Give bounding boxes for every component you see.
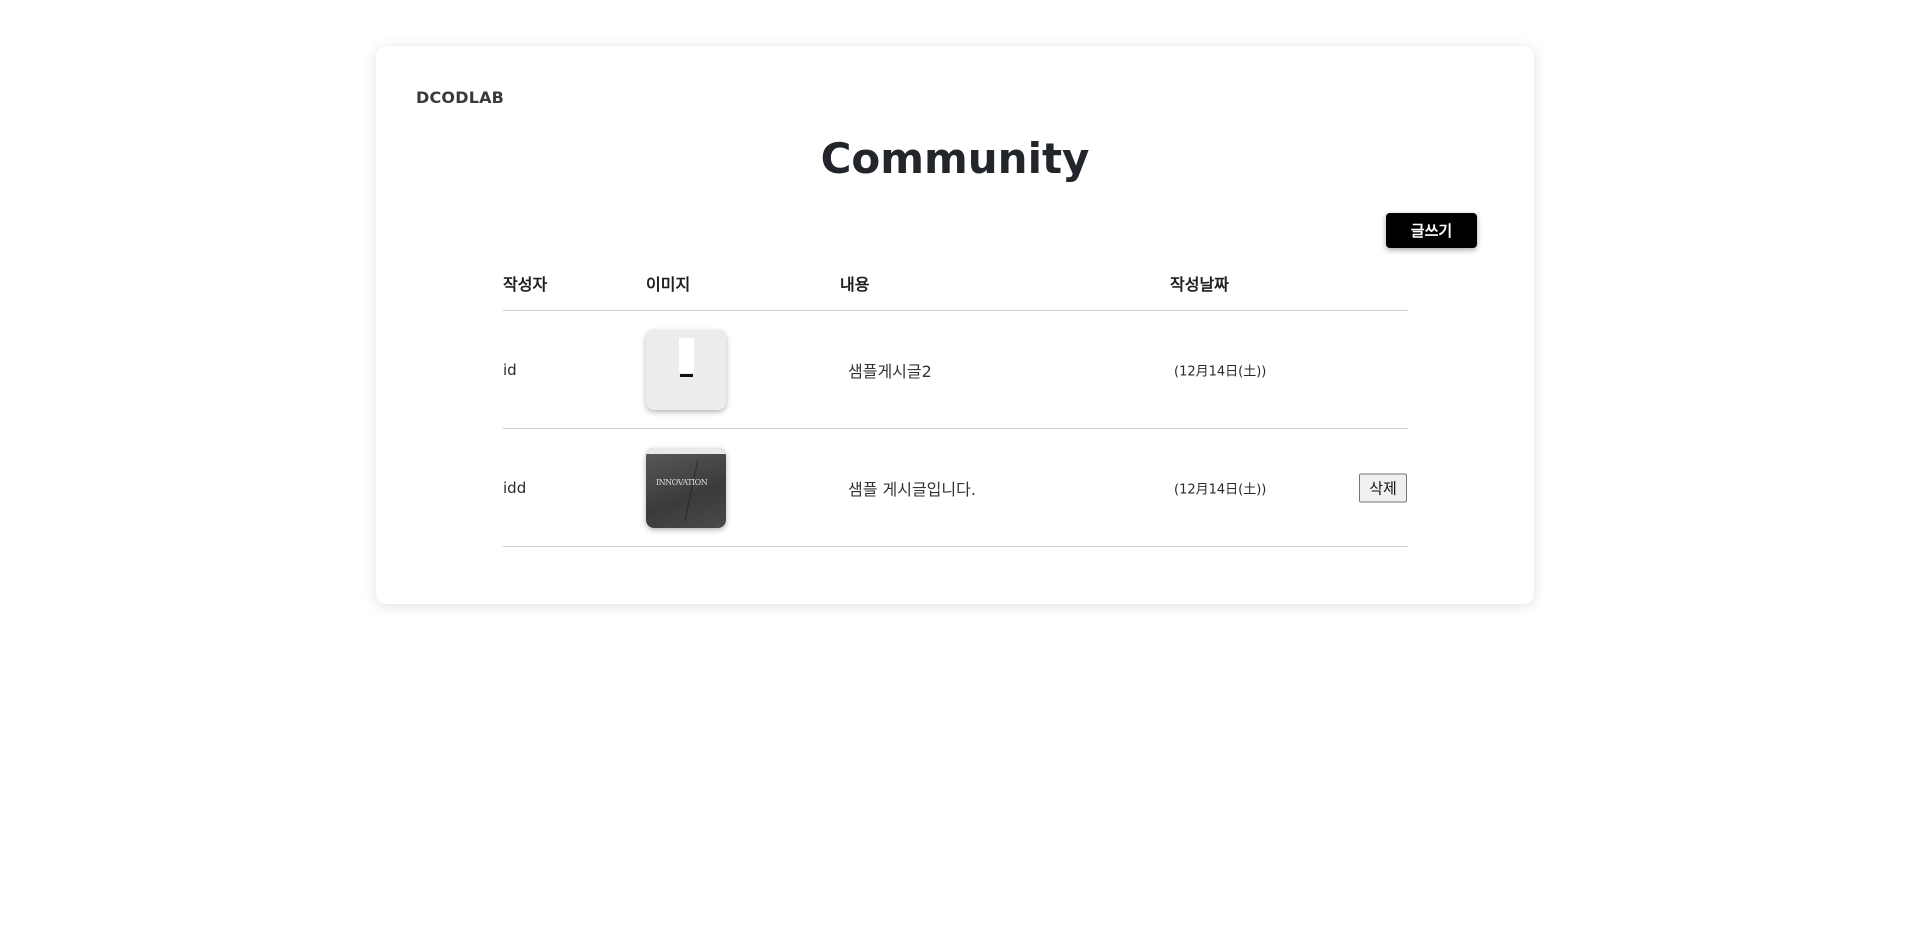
post-content[interactable]: 샘플 게시글입니다.: [848, 476, 976, 500]
post-thumbnail[interactable]: INNOVATION: [646, 447, 726, 528]
table-row[interactable]: id 샘플게시글2 (12月14日(土)): [503, 311, 1408, 429]
column-date: 작성날짜: [1170, 275, 1229, 294]
post-table: 작성자 이미지 내용 작성날짜 id 샘플게시글2 (12月14日(土)) id…: [503, 263, 1408, 547]
post-thumbnail[interactable]: [646, 329, 726, 410]
thumbnail-text: INNOVATION: [656, 477, 708, 487]
page-title: Community: [820, 134, 1090, 183]
table-header: 작성자 이미지 내용 작성날짜: [503, 263, 1408, 311]
write-button[interactable]: 글쓰기: [1386, 213, 1477, 248]
brand-logo[interactable]: DCODLAB: [416, 88, 504, 107]
post-author: id: [503, 360, 517, 379]
thumbnail-image: [646, 329, 726, 410]
post-date: (12月14日(土)): [1174, 482, 1267, 497]
table-row[interactable]: idd INNOVATION 샘플 게시글입니다. (12月14日(土)) 삭제: [503, 429, 1408, 547]
column-image: 이미지: [646, 275, 691, 294]
community-card: DCODLAB Community 글쓰기 작성자 이미지 내용 작성날짜 id…: [376, 46, 1534, 604]
thumbnail-document-shape: [679, 337, 694, 377]
post-content[interactable]: 샘플게시글2: [848, 358, 932, 382]
column-author: 작성자: [503, 275, 548, 294]
post-date: (12月14日(土)): [1174, 364, 1267, 379]
delete-button[interactable]: 삭제: [1359, 473, 1407, 502]
row-actions: 삭제: [1359, 473, 1407, 502]
post-author: idd: [503, 478, 527, 497]
thumbnail-image: INNOVATION: [646, 447, 726, 528]
column-content: 내용: [840, 275, 870, 294]
